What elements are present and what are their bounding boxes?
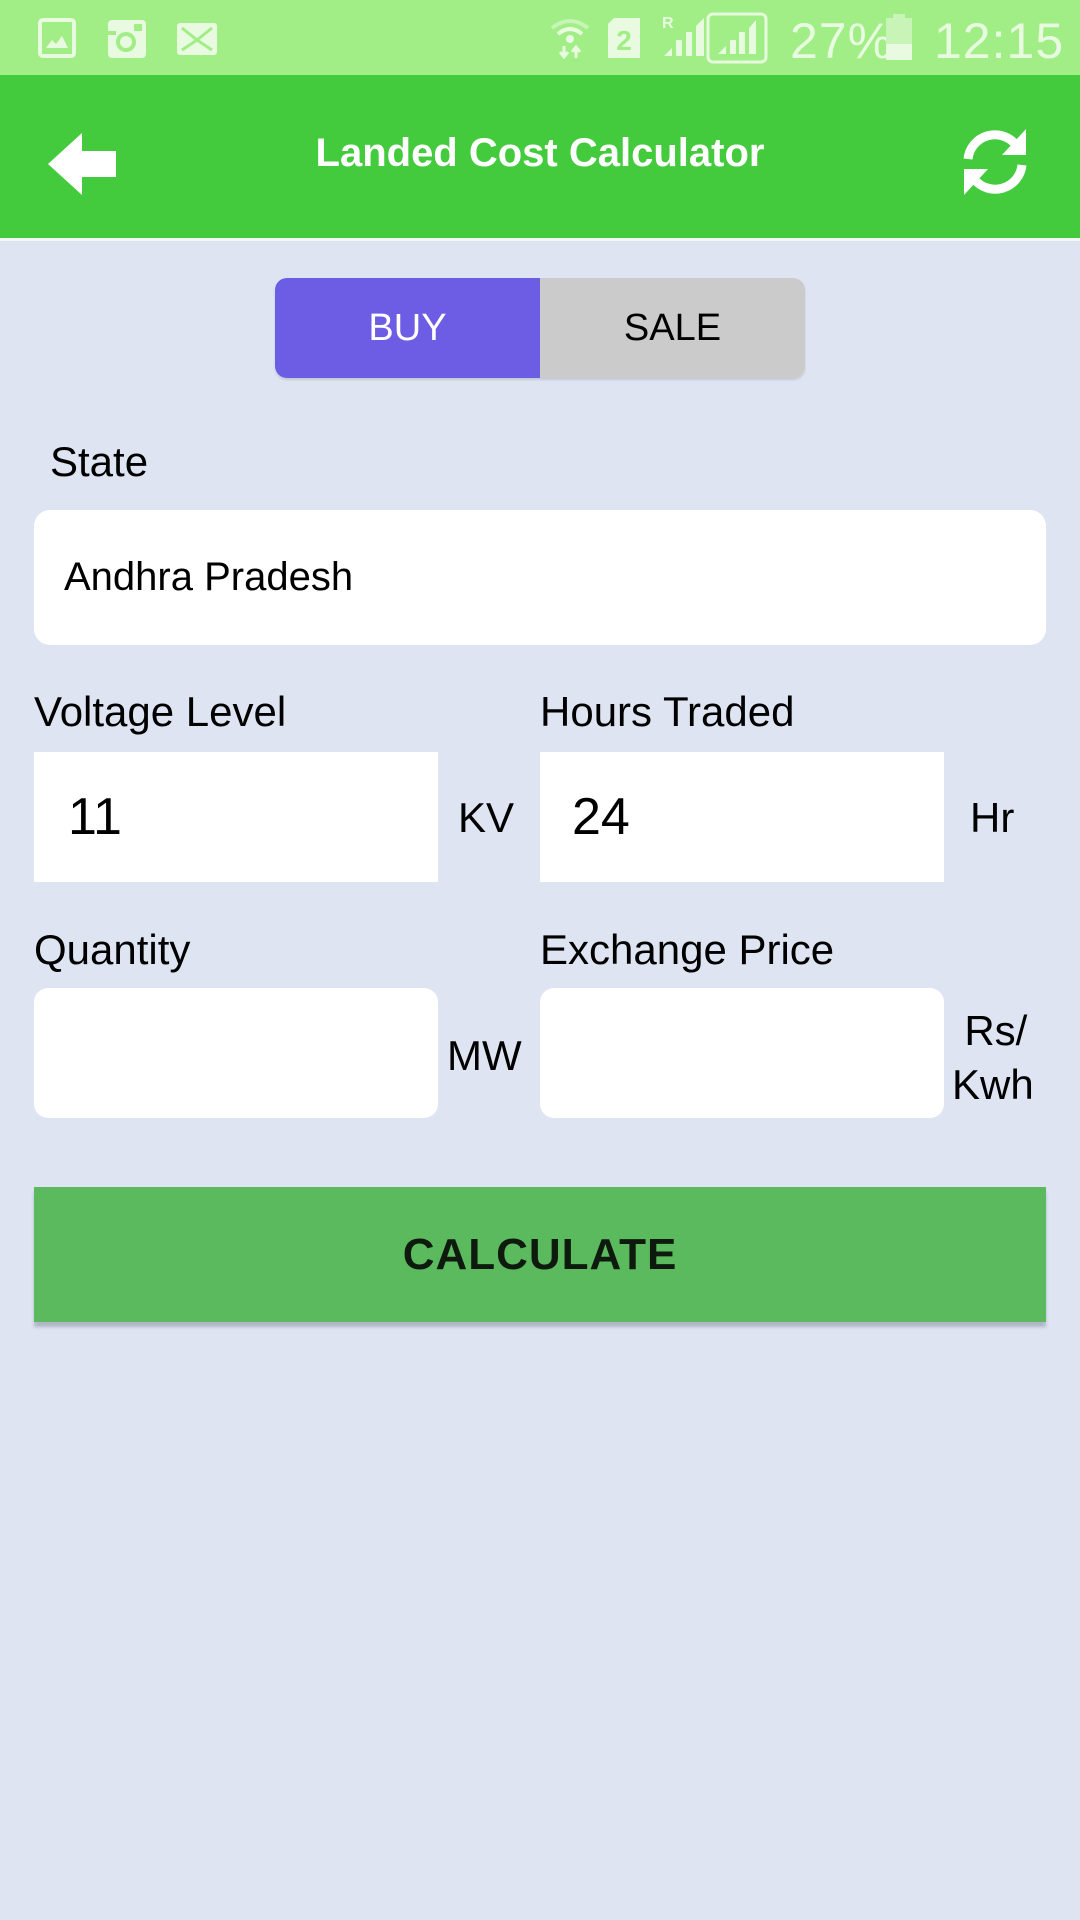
exchange-price-unit: Rs/ Kwh (952, 1004, 1034, 1112)
exchange-price-label: Exchange Price (540, 926, 835, 973)
page-title: Landed Cost Calculator (315, 131, 765, 175)
tab-sale[interactable]: SALE (540, 278, 805, 378)
signal-icon (706, 12, 768, 64)
quantity-unit: MW (447, 1032, 522, 1079)
quantity-label: Quantity (34, 926, 191, 973)
battery-icon (886, 14, 912, 60)
exchange-price-input[interactable] (540, 988, 944, 1118)
state-dropdown[interactable]: Andhra Pradesh (34, 510, 1046, 645)
hours-traded-label: Hours Traded (540, 688, 795, 735)
battery-percent: 27% (790, 13, 894, 69)
voltage-unit: KV (458, 794, 515, 841)
app-bar: Landed Cost Calculator (0, 75, 1080, 241)
instagram-icon (108, 20, 146, 58)
wifi-data-icon (550, 19, 590, 60)
gallery-icon (38, 18, 76, 58)
svg-text:R: R (662, 15, 674, 32)
status-bar: 2 R 27% 12:15 (0, 0, 1080, 75)
buy-sale-toggle: BUY SALE (275, 278, 805, 378)
roaming-signal-icon: R (662, 15, 704, 56)
tab-buy[interactable]: BUY (275, 278, 540, 378)
hours-unit: Hr (970, 794, 1015, 841)
voltage-level-label: Voltage Level (34, 688, 287, 735)
calculate-button[interactable]: CALCULATE (34, 1187, 1046, 1322)
quantity-input[interactable] (34, 988, 438, 1118)
exchange-price-unit-line2: Kwh (952, 1061, 1034, 1108)
svg-text:2: 2 (616, 25, 632, 56)
hours-traded-input[interactable] (540, 752, 944, 882)
exchange-price-unit-line1: Rs/ (964, 1007, 1028, 1054)
voltage-level-input[interactable] (34, 752, 438, 882)
clock: 12:15 (934, 13, 1065, 69)
mail-icon (177, 23, 217, 55)
state-label: State (50, 438, 149, 485)
refresh-button[interactable] (958, 125, 1032, 199)
sim-2-icon: 2 (608, 18, 640, 58)
